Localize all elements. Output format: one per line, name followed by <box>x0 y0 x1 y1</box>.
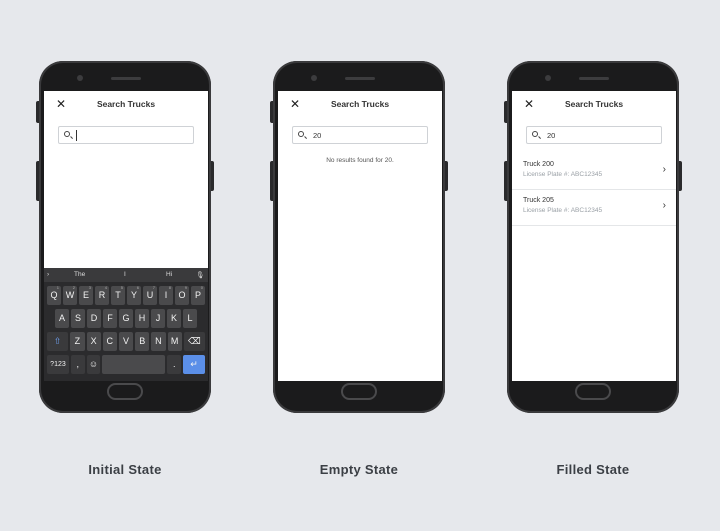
period-key[interactable]: . <box>167 355 182 374</box>
key-p[interactable]: 0P <box>191 285 205 305</box>
earpiece-speaker <box>579 77 609 80</box>
empty-message: No results found for 20. <box>326 157 394 164</box>
home-button[interactable] <box>107 383 143 400</box>
volume-up-button <box>36 101 39 123</box>
truck-name: Truck 200 <box>523 161 554 168</box>
truck-name: Truck 205 <box>523 197 554 204</box>
front-camera <box>545 75 551 81</box>
key-row-1: 1Q 2W 3E 4R 5T 6Y 7U 8I 9O 0P <box>47 285 205 305</box>
key-row-2: A S D F G H J K L <box>55 309 197 328</box>
power-button <box>445 161 448 191</box>
front-camera <box>77 75 83 81</box>
key-d[interactable]: D <box>87 309 101 328</box>
key-x[interactable]: X <box>86 332 101 351</box>
key-t[interactable]: 5T <box>111 285 125 305</box>
search-input[interactable] <box>58 126 194 144</box>
volume-down-button <box>270 161 273 201</box>
emoji-key[interactable]: ☺ <box>86 355 101 374</box>
header: ✕ Search Trucks <box>512 91 676 119</box>
phone-initial: ✕ Search Trucks › The I Hi 🎙 1Q 2W 3E 4R… <box>36 61 214 413</box>
enter-key[interactable]: ↵ <box>183 355 205 374</box>
home-button[interactable] <box>575 383 611 400</box>
search-input[interactable]: 20 <box>292 126 428 144</box>
volume-down-button <box>36 161 39 201</box>
volume-down-button <box>504 161 507 201</box>
power-button <box>211 161 214 191</box>
list-item[interactable]: Truck 200 License Plate #: ABC12345 › <box>512 154 676 190</box>
backspace-key[interactable]: ⌫ <box>183 332 206 351</box>
key-row-4: ?123 , ☺ . ↵ <box>47 355 205 374</box>
page-title: Search Trucks <box>330 99 390 109</box>
earpiece-speaker <box>345 77 375 80</box>
comma-key[interactable]: , <box>70 355 85 374</box>
volume-up-button <box>504 101 507 123</box>
front-camera <box>311 75 317 81</box>
key-w[interactable]: 2W <box>63 285 77 305</box>
volume-up-button <box>270 101 273 123</box>
page-title: Search Trucks <box>96 99 156 109</box>
expand-suggestions-icon[interactable]: › <box>47 271 49 278</box>
power-button <box>679 161 682 191</box>
license-plate: License Plate #: ABC12345 <box>523 207 603 214</box>
list-item[interactable]: Truck 205 License Plate #: ABC12345 › <box>512 190 676 226</box>
chevron-right-icon: › <box>662 200 666 211</box>
caption-filled-state: Filled State <box>556 462 630 477</box>
key-v[interactable]: V <box>118 332 134 351</box>
key-l[interactable]: L <box>183 309 197 328</box>
key-u[interactable]: 7U <box>143 285 157 305</box>
search-icon <box>298 131 304 137</box>
key-j[interactable]: J <box>151 309 165 328</box>
text-cursor <box>76 130 77 141</box>
key-g[interactable]: G <box>119 309 133 328</box>
suggestion-1[interactable]: The <box>74 271 85 278</box>
key-s[interactable]: S <box>71 309 85 328</box>
microphone-icon[interactable]: 🎙 <box>196 271 204 279</box>
page-title: Search Trucks <box>564 99 624 109</box>
key-row-3: ⇧ Z X C V B N M ⌫ <box>47 332 206 351</box>
phone-filled: ✕ Search Trucks 20 Truck 200 License Pla… <box>504 61 682 413</box>
key-e[interactable]: 3E <box>79 285 93 305</box>
search-icon <box>64 131 70 137</box>
phone-empty: ✕ Search Trucks 20 No results found for … <box>270 61 448 413</box>
suggestion-3[interactable]: Hi <box>166 271 172 278</box>
key-c[interactable]: C <box>102 332 117 351</box>
key-r[interactable]: 4R <box>95 285 109 305</box>
search-input[interactable]: 20 <box>526 126 662 144</box>
header: ✕ Search Trucks <box>278 91 442 119</box>
key-f[interactable]: F <box>103 309 117 328</box>
key-z[interactable]: Z <box>70 332 85 351</box>
key-n[interactable]: N <box>151 332 166 351</box>
key-h[interactable]: H <box>135 309 149 328</box>
suggestion-bar: › The I Hi 🎙 <box>44 268 208 282</box>
key-b[interactable]: B <box>135 332 150 351</box>
caption-initial-state: Initial State <box>88 462 162 477</box>
symbols-key[interactable]: ?123 <box>47 355 69 374</box>
suggestion-2[interactable]: I <box>124 271 126 278</box>
space-key[interactable] <box>102 355 166 374</box>
home-button[interactable] <box>341 383 377 400</box>
key-a[interactable]: A <box>55 309 69 328</box>
key-i[interactable]: 8I <box>159 285 173 305</box>
chevron-right-icon: › <box>662 164 666 175</box>
key-y[interactable]: 6Y <box>127 285 141 305</box>
key-m[interactable]: M <box>167 332 182 351</box>
key-o[interactable]: 9O <box>175 285 189 305</box>
header: ✕ Search Trucks <box>44 91 208 119</box>
earpiece-speaker <box>111 77 141 80</box>
search-icon <box>532 131 538 137</box>
key-k[interactable]: K <box>167 309 181 328</box>
screen: ✕ Search Trucks 20 No results found for … <box>278 91 442 381</box>
screen: ✕ Search Trucks 20 Truck 200 License Pla… <box>512 91 676 381</box>
screen: ✕ Search Trucks › The I Hi 🎙 1Q 2W 3E 4R… <box>44 91 208 381</box>
caption-empty-state: Empty State <box>319 462 399 477</box>
search-value: 20 <box>547 131 556 140</box>
shift-key[interactable]: ⇧ <box>47 332 69 351</box>
search-value: 20 <box>313 131 322 140</box>
license-plate: License Plate #: ABC12345 <box>523 171 603 178</box>
keyboard: › The I Hi 🎙 1Q 2W 3E 4R 5T 6Y 7U 8I 9O … <box>44 268 208 381</box>
key-q[interactable]: 1Q <box>47 285 61 305</box>
